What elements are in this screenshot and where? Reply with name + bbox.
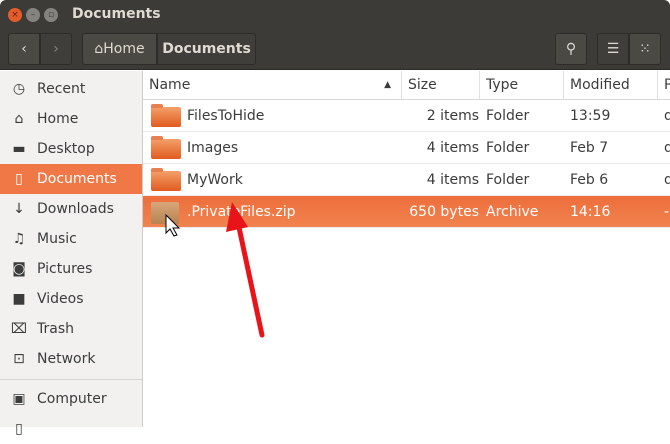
back-button[interactable]: ‹ [8,33,40,65]
home-icon: ⌂ [94,41,104,57]
sidebar-item-home[interactable]: ⌂ Home [0,104,142,134]
sidebar-item-recent[interactable]: ◷ Recent [0,74,142,104]
archive-icon [151,202,179,224]
sidebar-item-computer[interactable]: ▣ Computer [0,384,142,414]
grid-view-button[interactable]: ⁙ [629,33,661,65]
list-icon: ☰ [606,41,620,57]
folder-icon [151,136,181,159]
sidebar-item-network[interactable]: ⊡ Network [0,344,142,374]
home-icon: ⌂ [14,111,24,127]
minimize-button[interactable]: – [26,8,40,22]
download-icon: ↓ [13,201,25,217]
column-header-modified[interactable]: Modified [564,71,658,100]
drive-icon: ▣ [12,391,26,407]
folder-icon [151,104,181,127]
folder-icon: ▬ [12,141,26,157]
sidebar-divider [0,379,142,380]
breadcrumb-documents[interactable]: Documents [157,33,256,65]
sidebar-item-trash[interactable]: ⌧ Trash [0,314,142,344]
file-row-selected[interactable]: .PrivateFiles.zip 650 bytes Archive 14:16 -r [143,196,670,252]
list-view-button[interactable]: ☰ [597,33,629,65]
drive-icon: ▯ [15,421,23,437]
clock-icon: ◷ [12,81,26,97]
forward-button[interactable]: › [40,33,72,65]
sidebar-item-music[interactable]: ♫ Music [0,224,142,254]
column-header-size[interactable]: Size [402,71,480,100]
music-icon: ♫ [12,231,26,247]
camera-icon: ◙ [12,261,26,277]
document-icon: ▯ [15,171,23,187]
grid-icon: ⁙ [639,41,651,57]
sidebar-item-volume[interactable]: ▯ [0,414,142,444]
title-bar: × – ▫ Documents [0,0,670,30]
maximize-button[interactable]: ▫ [44,8,58,22]
sidebar-item-videos[interactable]: ■ Videos [0,284,142,314]
sidebar-item-desktop[interactable]: ▬ Desktop [0,134,142,164]
sidebar-item-pictures[interactable]: ◙ Pictures [0,254,142,284]
sidebar-item-downloads[interactable]: ↓ Downloads [0,194,142,224]
window-title: Documents [72,6,161,22]
column-header-name[interactable]: Name ▲ [143,71,402,100]
video-icon: ■ [12,291,26,307]
chevron-left-icon: ‹ [21,41,27,57]
column-header-permissions[interactable]: P [658,71,670,100]
folder-icon [151,168,181,191]
trash-icon: ⌧ [10,321,28,337]
network-icon: ⊡ [13,351,25,367]
toolbar: ‹ › ⌂Home Documents ⚲ ☰ ⁙ [0,30,670,70]
sort-ascending-icon: ▲ [384,80,391,90]
sidebar-item-documents[interactable]: ▯ Documents [0,164,142,194]
breadcrumb-home[interactable]: ⌂Home [82,33,157,65]
file-row[interactable]: Images 4 items Folder Feb 7d [143,132,670,164]
file-row[interactable]: MyWork 4 items Folder Feb 6d [143,164,670,196]
file-row[interactable]: FilesToHide 2 items Folder 13:59 d [143,100,670,132]
search-icon: ⚲ [565,41,577,57]
sidebar: ◷ Recent ⌂ Home ▬ Desktop ▯ Documents ↓ Downl… [0,71,143,437]
close-button[interactable]: × [8,8,22,22]
chevron-right-icon: › [53,41,59,57]
search-button[interactable]: ⚲ [555,33,587,65]
file-list: Name ▲ Size Type Modified P FilesToHide 2 … [143,71,670,427]
column-header-type[interactable]: Type [480,71,564,100]
